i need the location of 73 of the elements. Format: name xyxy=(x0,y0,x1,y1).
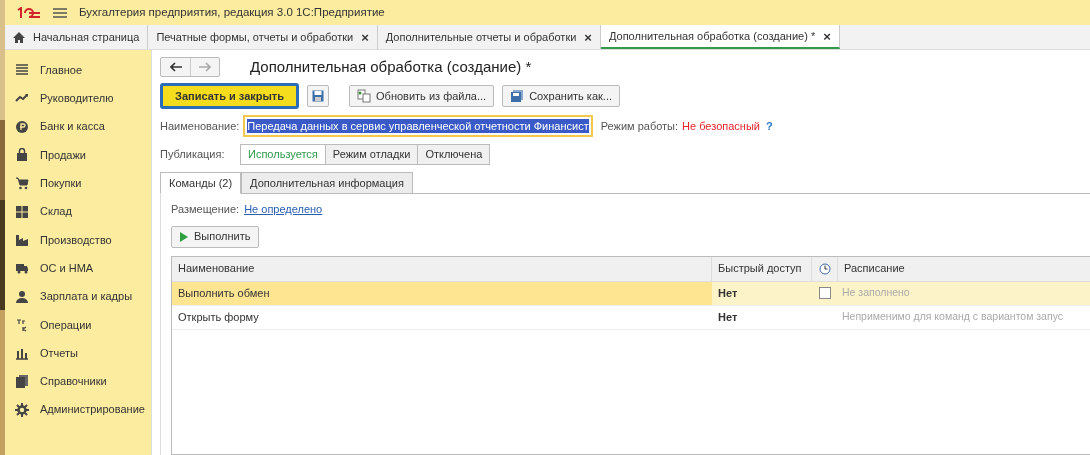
sidebar-item[interactable]: Банк и касса xyxy=(40,118,105,135)
sidebar-item[interactable]: Производство xyxy=(40,231,112,249)
sidebar-item[interactable]: Операции xyxy=(40,316,92,334)
tab[interactable]: Команды (2) xyxy=(160,172,242,194)
sidebar-item[interactable]: Отчеты xyxy=(40,344,79,362)
ruble-coin-icon xyxy=(15,119,29,134)
close-icon[interactable]: × xyxy=(584,30,592,44)
table-cell: Неприменимо для команд с вариантом запус xyxy=(842,309,1064,325)
grid-icon xyxy=(15,204,29,219)
run-button[interactable]: Выполнить xyxy=(171,225,260,248)
placement-link[interactable]: Не определено xyxy=(244,201,323,218)
factory-icon xyxy=(15,232,29,247)
table-cell-text: Выполнить обмен xyxy=(178,285,270,301)
save-and-close-button[interactable]: Записать и закрыть xyxy=(160,83,300,109)
table-cell: Не заполнено xyxy=(842,285,910,301)
menu-icon[interactable] xyxy=(53,7,67,18)
cart-icon xyxy=(15,176,29,191)
logo-icon xyxy=(17,6,41,19)
app-title: Бухгалтерия предприятия, редакция 3.0 1С:Предприятие xyxy=(79,4,385,20)
settings-icon xyxy=(15,402,29,417)
clock-icon xyxy=(818,262,831,275)
name-field[interactable]: Передача данных в сервис управленческой отчетности Финансист xyxy=(243,115,593,137)
sidebar-item[interactable]: Покупки xyxy=(40,175,82,192)
tab[interactable]: Начальная страница xyxy=(5,25,149,49)
update-from-file-button[interactable]: Обновить из файла... xyxy=(349,85,495,107)
person-icon xyxy=(15,289,29,304)
sidebar-item[interactable]: Справочники xyxy=(40,373,107,390)
list-icon xyxy=(15,63,29,78)
save-as-button[interactable]: Сохранить как... xyxy=(502,85,621,107)
segment-button[interactable]: Используется xyxy=(240,143,326,165)
tab[interactable]: Печатные формы, отчеты и обработки × xyxy=(148,25,378,49)
floppy-icon xyxy=(312,90,325,102)
close-icon[interactable]: × xyxy=(361,30,369,44)
sidebar-item[interactable]: Администрирование xyxy=(40,401,145,418)
segment-button[interactable]: Отключена xyxy=(417,143,491,165)
field-label: Размещение: xyxy=(171,202,240,217)
sidebar-item[interactable]: Склад xyxy=(40,203,72,220)
field-label: Режим работы: xyxy=(600,118,679,134)
bar-chart-icon xyxy=(15,346,29,361)
books-icon xyxy=(15,374,29,389)
bag-icon xyxy=(15,148,29,163)
tab[interactable]: Дополнительная обработка (создание) * × xyxy=(600,25,840,49)
debit-credit-icon xyxy=(15,317,29,332)
table-row[interactable]: Выполнить обмен Нет Не заполнено xyxy=(172,281,1090,306)
table-cell-text: Нет xyxy=(718,309,738,325)
save-button[interactable] xyxy=(307,85,330,107)
column-header: Быстрый доступ xyxy=(718,261,802,277)
segment-button[interactable]: Режим отладки xyxy=(324,143,419,165)
sidebar-item[interactable]: Руководителю xyxy=(40,90,114,107)
arrow-left-icon xyxy=(169,62,182,72)
home-icon xyxy=(13,31,25,43)
form-title: Дополнительная обработка (создание) * xyxy=(250,56,532,77)
sidebar-item[interactable]: Главное xyxy=(40,61,83,79)
sidebar-item[interactable]: Зарплата и кадры xyxy=(40,288,133,305)
tab[interactable]: Дополнительная информация xyxy=(241,172,413,194)
column-header: Наименование xyxy=(178,261,255,277)
arrow-right-icon xyxy=(199,62,211,72)
field-label: Наименование: xyxy=(160,118,240,134)
table-cell-text: Нет xyxy=(718,285,738,301)
truck-icon xyxy=(15,261,29,276)
mode-value: Не безопасный xyxy=(682,118,760,134)
field-label: Публикация: xyxy=(160,146,226,162)
sidebar-item[interactable]: ОС и НМА xyxy=(40,259,94,277)
floppy-icon xyxy=(510,89,525,103)
checkbox[interactable] xyxy=(819,287,831,299)
play-icon xyxy=(180,231,188,242)
sidebar-item[interactable]: Продажи xyxy=(40,146,86,164)
documents-icon xyxy=(357,89,372,103)
help-link[interactable]: ? xyxy=(766,117,773,135)
column-header: Расписание xyxy=(844,261,905,277)
tab[interactable]: Дополнительные отчеты и обработки × xyxy=(377,25,601,49)
table-cell-text: Открыть форму xyxy=(178,309,259,325)
close-icon[interactable]: × xyxy=(823,29,831,43)
